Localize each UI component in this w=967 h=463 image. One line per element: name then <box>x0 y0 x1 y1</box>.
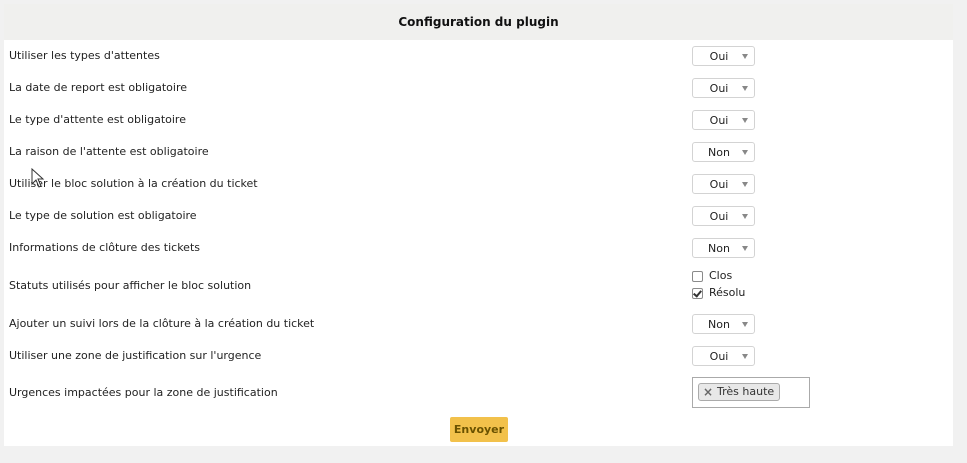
setting-label-followup-on-close: Ajouter un suivi lors de la clôture à la… <box>9 317 315 330</box>
setting-label-use-wait-types: Utiliser les types d'attentes <box>9 49 160 62</box>
mouse-cursor-icon <box>31 168 45 188</box>
chevron-down-icon <box>742 54 748 59</box>
setting-label-solution-statuses: Statuts utilisés pour afficher le bloc s… <box>9 279 252 292</box>
chevron-down-icon <box>742 354 748 359</box>
urgency-tag: × Très haute <box>698 383 781 401</box>
chevron-down-icon <box>742 246 748 251</box>
select-value: Oui <box>709 114 729 127</box>
select-value: Oui <box>709 210 729 223</box>
setting-label-urgency-justification: Utiliser une zone de justification sur l… <box>9 349 262 362</box>
status-checkbox-clos[interactable] <box>692 271 703 282</box>
setting-label-report-date-required: La date de report est obligatoire <box>9 81 188 94</box>
setting-label-solution-block-on-create: Utiliser le bloc solution à la création … <box>9 177 258 190</box>
chevron-down-icon <box>742 86 748 91</box>
setting-label-wait-type-required: Le type d'attente est obligatoire <box>9 113 186 126</box>
select-wait-type-required[interactable]: Oui <box>692 110 755 130</box>
select-value: Non <box>708 146 730 159</box>
chevron-down-icon <box>742 322 748 327</box>
status-checkbox-resolu[interactable] <box>692 288 703 299</box>
select-report-date-required[interactable]: Oui <box>692 78 755 98</box>
remove-tag-icon[interactable]: × <box>703 384 713 400</box>
urgencies-multiselect[interactable]: × Très haute <box>692 377 810 408</box>
select-value: Oui <box>709 82 729 95</box>
select-value: Non <box>708 242 730 255</box>
plugin-config-panel: Configuration du plugin Utiliser les typ… <box>4 4 953 446</box>
status-label-resolu: Résolu <box>709 286 746 299</box>
chevron-down-icon <box>742 150 748 155</box>
urgency-tag-label: Très haute <box>717 385 775 398</box>
select-urgency-justification[interactable]: Oui <box>692 346 755 366</box>
chevron-down-icon <box>742 118 748 123</box>
select-wait-reason-required[interactable]: Non <box>692 142 755 162</box>
setting-label-solution-type-required: Le type de solution est obligatoire <box>9 209 197 222</box>
status-label-clos: Clos <box>709 269 733 282</box>
select-solution-type-required[interactable]: Oui <box>692 206 755 226</box>
select-closing-info[interactable]: Non <box>692 238 755 258</box>
submit-button[interactable]: Envoyer <box>450 417 508 442</box>
panel-title: Configuration du plugin <box>4 4 953 40</box>
select-value: Non <box>708 318 730 331</box>
chevron-down-icon <box>742 214 748 219</box>
chevron-down-icon <box>742 182 748 187</box>
setting-label-impacted-urgencies: Urgences impactées pour la zone de justi… <box>9 386 278 399</box>
select-value: Oui <box>709 50 729 63</box>
select-followup-on-close[interactable]: Non <box>692 314 755 334</box>
setting-label-wait-reason-required: La raison de l'attente est obligatoire <box>9 145 209 158</box>
check-icon <box>693 288 702 298</box>
select-value: Oui <box>709 178 729 191</box>
select-use-wait-types[interactable]: Oui <box>692 46 755 66</box>
setting-label-closing-info: Informations de clôture des tickets <box>9 241 200 254</box>
select-value: Oui <box>709 350 729 363</box>
select-solution-block-on-create[interactable]: Oui <box>692 174 755 194</box>
